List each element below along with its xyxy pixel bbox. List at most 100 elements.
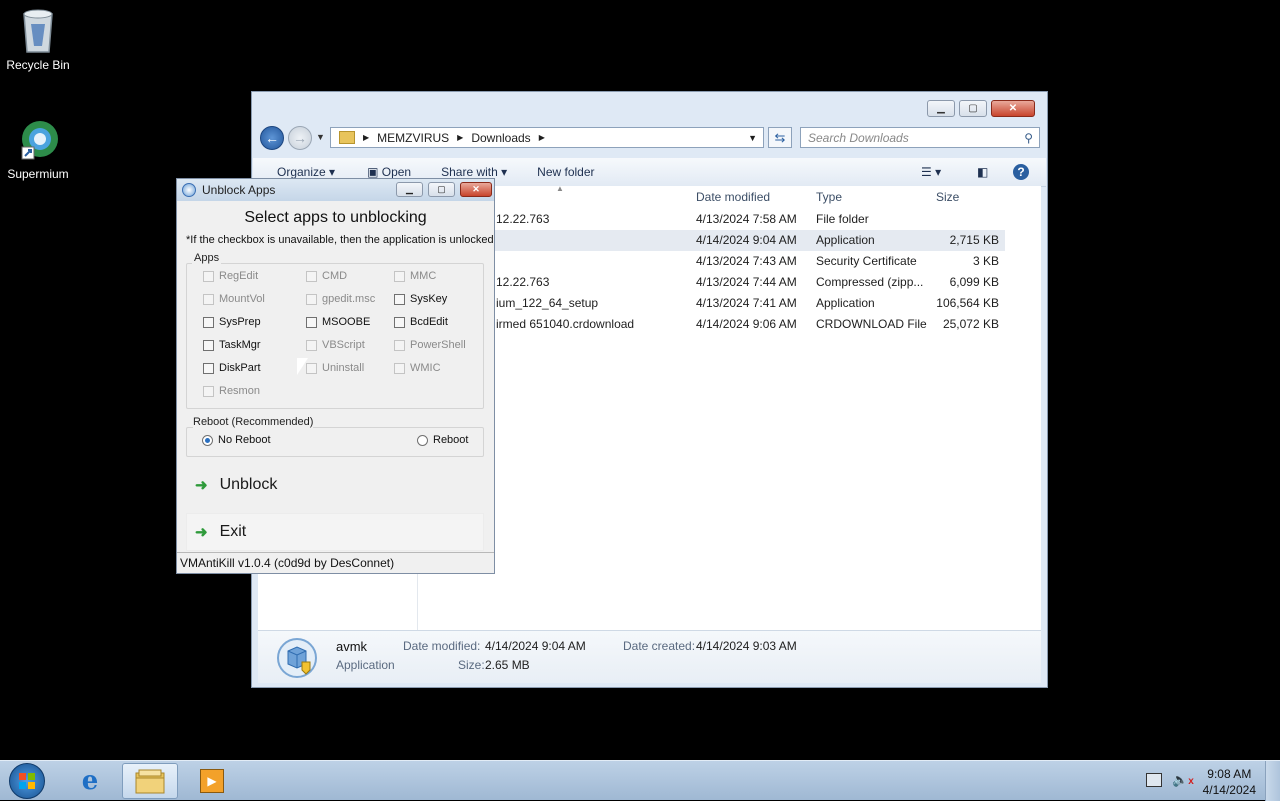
maximize-button[interactable]: ▢ bbox=[959, 100, 987, 117]
navigation-bar: ← → ▼ ▶ MEMZVIRUS ▶ Downloads ▶ ▼ ⇆ Sear… bbox=[260, 126, 1040, 150]
search-input[interactable]: Search Downloads ⚲ bbox=[800, 127, 1040, 148]
checkbox-gpedit[interactable]: gpedit.msc bbox=[306, 293, 375, 305]
minimize-button[interactable]: ▁ bbox=[927, 100, 955, 117]
breadcrumb-folder[interactable]: Downloads bbox=[471, 131, 530, 145]
file-name: 12.22.763 bbox=[496, 275, 550, 289]
network-icon[interactable] bbox=[1146, 773, 1162, 787]
dialog-note: *If the checkbox is unavailable, then th… bbox=[186, 234, 494, 246]
clock-time: 9:08 AM bbox=[1207, 767, 1252, 781]
reboot-group-label: Reboot (Recommended) bbox=[193, 416, 314, 428]
recent-pages-dropdown[interactable]: ▼ bbox=[316, 132, 325, 142]
taskbar: e ▶ 🔈x 9:08 AM 4/14/2024 bbox=[0, 760, 1280, 801]
system-clock[interactable]: 9:08 AM 4/14/2024 bbox=[1203, 766, 1256, 798]
checkbox-mmc[interactable]: MMC bbox=[394, 270, 436, 282]
breadcrumb-root[interactable]: MEMZVIRUS bbox=[377, 131, 449, 145]
apps-group-label: Apps bbox=[192, 252, 222, 264]
file-type: Application bbox=[816, 233, 875, 247]
checkbox-msoobe[interactable]: MSOOBE bbox=[306, 316, 370, 328]
taskbar-internet-explorer[interactable]: e bbox=[62, 763, 118, 799]
checkbox-syskey[interactable]: SysKey bbox=[394, 293, 447, 305]
start-button[interactable] bbox=[2, 763, 52, 799]
checkbox-cmd[interactable]: CMD bbox=[306, 270, 347, 282]
search-placeholder: Search Downloads bbox=[808, 130, 909, 145]
unblock-apps-dialog: Unblock Apps ▁ ▢ ✕ Select apps to unbloc… bbox=[176, 178, 495, 574]
file-row[interactable]: 4/14/2024 9:04 AM Application 2,715 KB bbox=[418, 230, 1005, 251]
green-arrow-icon: ➜ bbox=[195, 477, 208, 494]
organize-menu[interactable]: Organize ▾ bbox=[277, 165, 335, 179]
windows-logo-icon bbox=[9, 763, 45, 799]
close-button[interactable]: ✕ bbox=[991, 100, 1035, 117]
file-date: 4/14/2024 9:04 AM bbox=[696, 233, 797, 247]
dialog-minimize-button[interactable]: ▁ bbox=[396, 182, 423, 197]
view-options-button[interactable]: ☰ ▾ bbox=[921, 165, 941, 179]
preview-pane-icon[interactable]: ◧ bbox=[977, 165, 988, 179]
checkbox-bcdedit[interactable]: BcdEdit bbox=[394, 316, 448, 328]
column-header-date-modified[interactable]: Date modified bbox=[696, 190, 770, 204]
column-header-size[interactable]: Size bbox=[936, 190, 959, 204]
show-desktop-button[interactable] bbox=[1265, 761, 1280, 801]
refresh-button[interactable]: ⇆ bbox=[768, 127, 792, 148]
window-controls: ▁ ▢ ✕ bbox=[927, 100, 1035, 117]
file-row[interactable]: ium_122_64_setup 4/13/2024 7:41 AM Appli… bbox=[418, 293, 1005, 314]
breadcrumb-separator: ▶ bbox=[457, 133, 464, 142]
volume-muted-icon[interactable]: 🔈x bbox=[1172, 772, 1194, 788]
checkbox-regedit[interactable]: RegEdit bbox=[203, 270, 258, 282]
checkbox-taskmgr[interactable]: TaskMgr bbox=[203, 339, 261, 351]
file-size: 25,072 KB bbox=[942, 317, 999, 331]
file-name: ium_122_64_setup bbox=[496, 296, 599, 310]
exit-button[interactable]: ➜ Exit bbox=[186, 513, 484, 551]
checkbox-vbscript[interactable]: VBScript bbox=[306, 339, 365, 351]
open-button[interactable]: ▣ Open bbox=[367, 165, 411, 179]
app-icon bbox=[182, 183, 196, 197]
file-type: Compressed (zipp... bbox=[816, 275, 924, 289]
unblock-button[interactable]: ➜ Unblock bbox=[186, 466, 484, 504]
help-icon[interactable]: ? bbox=[1013, 164, 1029, 180]
file-row[interactable]: irmed 651040.crdownload 4/14/2024 9:06 A… bbox=[418, 314, 1005, 335]
checkbox-mountvol[interactable]: MountVol bbox=[203, 293, 265, 305]
file-name: 12.22.763 bbox=[496, 212, 550, 226]
file-date: 4/13/2024 7:44 AM bbox=[696, 275, 797, 289]
desktop-icon-supermium[interactable]: Supermium bbox=[0, 117, 76, 181]
dialog-heading: Select apps to unblocking bbox=[244, 209, 427, 226]
back-button[interactable]: ← bbox=[260, 126, 284, 150]
folder-icon bbox=[135, 769, 165, 794]
green-arrow-icon: ➜ bbox=[195, 524, 208, 541]
checkbox-resmon[interactable]: Resmon bbox=[203, 385, 260, 397]
desktop-icon-recycle-bin[interactable]: Recycle Bin bbox=[0, 8, 76, 72]
file-row[interactable]: 4/13/2024 7:43 AM Security Certificate 3… bbox=[418, 251, 1005, 272]
radio-reboot[interactable]: Reboot bbox=[417, 434, 468, 446]
address-dropdown-icon[interactable]: ▼ bbox=[748, 133, 757, 143]
column-header-type[interactable]: Type bbox=[816, 190, 842, 204]
share-with-menu[interactable]: Share with ▾ bbox=[441, 165, 507, 179]
checkbox-sysprep[interactable]: SysPrep bbox=[203, 316, 261, 328]
file-date: 4/13/2024 7:58 AM bbox=[696, 212, 797, 226]
file-size: 6,099 KB bbox=[949, 275, 999, 289]
clock-date: 4/14/2024 bbox=[1202, 783, 1256, 797]
new-folder-button[interactable]: New folder bbox=[537, 165, 594, 179]
breadcrumb-separator: ▶ bbox=[363, 133, 370, 142]
file-row[interactable]: 12.22.763 4/13/2024 7:58 AM File folder bbox=[418, 209, 1005, 230]
checkbox-diskpart[interactable]: DiskPart bbox=[203, 362, 261, 374]
radio-no-reboot[interactable]: No Reboot bbox=[202, 434, 271, 446]
internet-explorer-icon: e bbox=[81, 766, 99, 796]
breadcrumb-separator: ▶ bbox=[538, 133, 545, 142]
open-icon: ▣ bbox=[367, 165, 379, 179]
checkbox-wmic[interactable]: WMIC bbox=[394, 362, 441, 374]
address-bar[interactable]: ▶ MEMZVIRUS ▶ Downloads ▶ ▼ bbox=[330, 127, 764, 148]
dialog-maximize-button[interactable]: ▢ bbox=[428, 182, 455, 197]
dialog-close-button[interactable]: ✕ bbox=[460, 182, 492, 197]
refresh-icon: ⇆ bbox=[774, 129, 786, 145]
file-row[interactable]: 12.22.763 4/13/2024 7:44 AM Compressed (… bbox=[418, 272, 1005, 293]
desktop-icon-label: Recycle Bin bbox=[6, 58, 70, 72]
file-date: 4/13/2024 7:43 AM bbox=[696, 254, 797, 268]
mouse-cursor-icon bbox=[297, 358, 308, 375]
dialog-titlebar[interactable]: Unblock Apps ▁ ▢ ✕ bbox=[177, 179, 494, 201]
checkbox-uninstall[interactable]: Uninstall bbox=[306, 362, 364, 374]
forward-button[interactable]: → bbox=[288, 126, 312, 150]
taskbar-media-player[interactable]: ▶ bbox=[184, 763, 240, 799]
taskbar-windows-explorer[interactable] bbox=[122, 763, 178, 799]
file-type: Application bbox=[816, 296, 875, 310]
checkbox-powershell[interactable]: PowerShell bbox=[394, 339, 466, 351]
file-size: 2,715 KB bbox=[949, 233, 999, 247]
desktop-icon-label: Supermium bbox=[7, 167, 69, 181]
